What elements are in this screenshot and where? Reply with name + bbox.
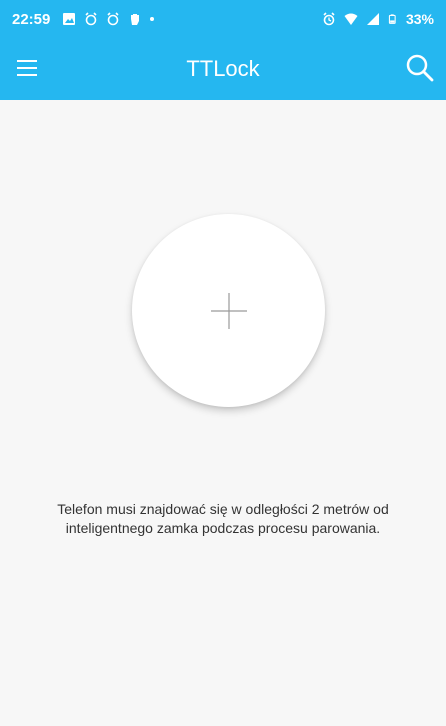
add-lock-button[interactable] <box>132 214 325 407</box>
alarm-icon <box>323 12 335 26</box>
pairing-hint-text: Telefon musi znajdować się w odległości … <box>57 501 389 536</box>
image-icon <box>63 13 76 25</box>
menu-icon-bar <box>17 67 37 69</box>
app-title: TTLock <box>186 56 260 81</box>
status-time: 22:59 <box>12 10 51 28</box>
status-bar-left: 22:59 <box>12 10 155 28</box>
dot-icon <box>150 17 155 21</box>
battery-icon <box>388 14 396 24</box>
hand-icon <box>131 14 140 25</box>
status-bar-right: 33% <box>322 11 434 27</box>
plus-icon <box>210 292 247 329</box>
battery-level: 33% <box>405 11 434 27</box>
signal-icon <box>366 13 379 25</box>
status-bar: 22:59 33% <box>0 0 446 38</box>
search-icon[interactable] <box>404 52 436 84</box>
app-bar: TTLock <box>0 38 446 100</box>
menu-icon-bar <box>17 74 37 76</box>
alarm-app-icon <box>85 12 97 26</box>
wifi-icon <box>344 13 358 25</box>
menu-icon <box>17 60 37 62</box>
alarm-app-icon <box>107 12 119 26</box>
menu-button[interactable] <box>14 54 42 82</box>
